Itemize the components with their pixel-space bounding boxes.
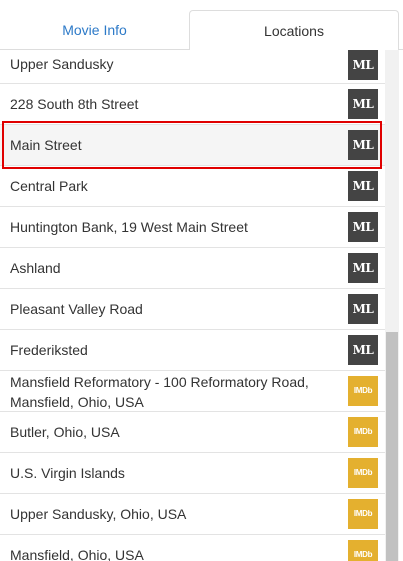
imdb-logo-icon[interactable]: IMDb — [348, 376, 378, 406]
location-row[interactable]: Pleasant Valley Road ML — [0, 289, 387, 330]
ml-logo-icon[interactable]: ML — [348, 335, 378, 365]
imdb-logo-icon[interactable]: IMDb — [348, 540, 378, 561]
location-row[interactable]: Ashland ML — [0, 248, 387, 289]
location-row[interactable]: Upper Sandusky ML — [0, 50, 387, 84]
tab-bar: Movie Info Locations — [0, 0, 403, 50]
location-name: Central Park — [10, 178, 88, 194]
imdb-logo-icon[interactable]: IMDb — [348, 458, 378, 488]
tab-movie-info[interactable]: Movie Info — [0, 10, 189, 50]
ml-logo-icon[interactable]: ML — [348, 130, 378, 160]
location-name: Pleasant Valley Road — [10, 301, 143, 317]
imdb-logo-icon[interactable]: IMDb — [348, 499, 378, 529]
ml-logo-icon[interactable]: ML — [348, 253, 378, 283]
location-row[interactable]: Upper Sandusky, Ohio, USA IMDb — [0, 494, 387, 535]
tab-locations[interactable]: Locations — [189, 10, 399, 50]
ml-logo-icon[interactable]: ML — [348, 89, 378, 119]
location-row[interactable]: Frederiksted ML — [0, 330, 387, 371]
location-name: Mansfield, Ohio, USA — [10, 547, 144, 561]
location-row[interactable]: U.S. Virgin Islands IMDb — [0, 453, 387, 494]
location-name: Mansfield Reformatory - 100 Reformatory … — [10, 374, 309, 410]
location-name: Butler, Ohio, USA — [10, 424, 120, 440]
location-name: Huntington Bank, 19 West Main Street — [10, 219, 248, 235]
location-row[interactable]: 228 South 8th Street ML — [0, 84, 387, 125]
ml-logo-icon[interactable]: ML — [348, 50, 378, 80]
ml-logo-icon[interactable]: ML — [348, 294, 378, 324]
location-row[interactable]: Central Park ML — [0, 166, 387, 207]
ml-logo-icon[interactable]: ML — [348, 212, 378, 242]
locations-list[interactable]: Upper Sandusky ML 228 South 8th Street M… — [0, 50, 399, 561]
location-name: Main Street — [10, 137, 82, 153]
ml-logo-icon[interactable]: ML — [348, 171, 378, 201]
location-name: U.S. Virgin Islands — [10, 465, 125, 481]
tab-divider — [399, 49, 403, 50]
location-row[interactable]: Mansfield Reformatory - 100 Reformatory … — [0, 371, 387, 412]
location-row-selected[interactable]: Main Street ML — [0, 125, 387, 166]
location-row[interactable]: Mansfield, Ohio, USA IMDb — [0, 535, 387, 561]
location-name: 228 South 8th Street — [10, 96, 139, 112]
location-row[interactable]: Huntington Bank, 19 West Main Street ML — [0, 207, 387, 248]
imdb-logo-icon[interactable]: IMDb — [348, 417, 378, 447]
location-name: Upper Sandusky — [10, 56, 114, 72]
location-name: Ashland — [10, 260, 61, 276]
location-name: Frederiksted — [10, 342, 88, 358]
location-name: Upper Sandusky, Ohio, USA — [10, 506, 187, 522]
location-row[interactable]: Butler, Ohio, USA IMDb — [0, 412, 387, 453]
scrollbar-thumb[interactable] — [386, 332, 398, 561]
